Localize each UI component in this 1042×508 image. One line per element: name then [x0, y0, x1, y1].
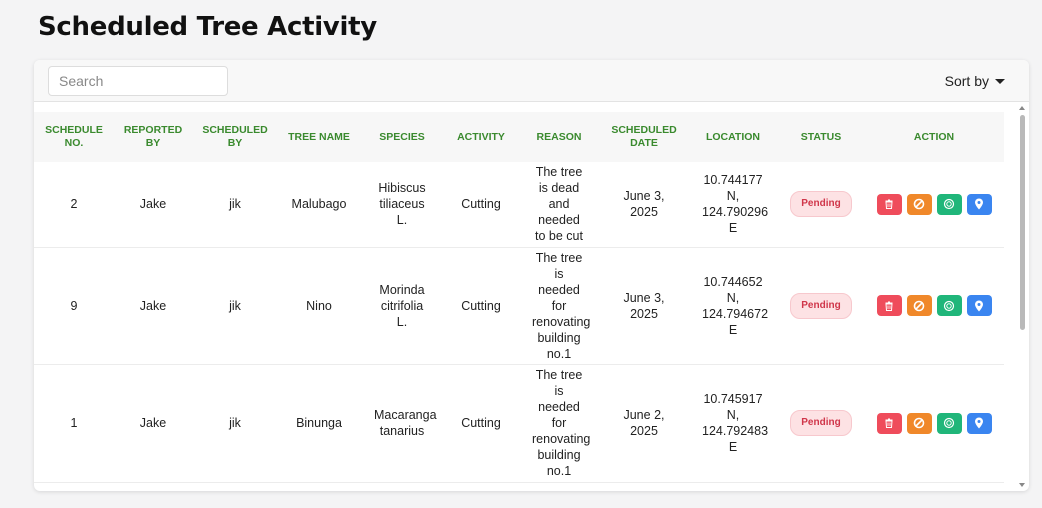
schedule-table-card: Sort by SCHEDULE NO. REPORTED BY SCHEDUL… — [34, 60, 1029, 491]
sort-by-label: Sort by — [944, 73, 989, 89]
vertical-scrollbar[interactable] — [1016, 102, 1029, 491]
header-reported-by: REPORTED BY — [123, 124, 183, 149]
header-species: SPECIES — [379, 130, 425, 143]
cell-actions — [864, 364, 1004, 483]
delete-button[interactable] — [876, 193, 902, 215]
cancel-icon — [913, 300, 925, 311]
delete-button[interactable] — [876, 412, 902, 434]
trash-icon — [885, 199, 893, 210]
cell-tree-name: Nino — [278, 247, 360, 365]
table-row: 1 Jake jik Binunga Macaranga tanarius Cu… — [34, 364, 1004, 483]
row-actions — [870, 412, 998, 434]
scrollbar-thumb[interactable] — [1020, 115, 1025, 330]
header-reason: REASON — [536, 130, 582, 143]
page-title: Scheduled Tree Activity — [38, 12, 377, 42]
cell-status: Pending — [778, 364, 864, 483]
cell-reported-by: Jake — [114, 364, 192, 483]
cell-tree-name: Malubago — [278, 162, 360, 248]
cell-reported-by: Jake — [114, 162, 192, 248]
cell-reason: The tree is needed for renovating buildi… — [518, 247, 600, 365]
cell-scheduled-by: jik — [192, 247, 278, 365]
header-scheduled-by: SCHEDULED BY — [202, 124, 268, 149]
sort-by-dropdown[interactable]: Sort by — [945, 73, 1005, 89]
cell-activity: Cutting — [444, 162, 518, 248]
row-actions — [870, 193, 998, 215]
cell-species: Morinda citrifolia L. — [360, 247, 444, 365]
cell-species: Hibiscus tiliaceus L. — [360, 162, 444, 248]
header-scheduled-date: SCHEDULED DATE — [611, 124, 677, 149]
complete-icon — [943, 300, 955, 311]
cell-scheduled-date: June 3, 2025 — [600, 247, 688, 365]
cell-schedule-no: 1 — [34, 364, 114, 483]
delete-button[interactable] — [876, 295, 902, 316]
table-header-row: SCHEDULE NO. REPORTED BY SCHEDULED BY TR… — [34, 112, 1004, 162]
location-button[interactable] — [966, 295, 992, 316]
header-status: STATUS — [800, 130, 842, 143]
cell-species: Macaranga tanarius — [360, 364, 444, 483]
header-schedule-no: SCHEDULE NO. — [45, 124, 103, 149]
cell-schedule-no: 2 — [34, 162, 114, 248]
cell-status: Pending — [778, 162, 864, 248]
complete-button[interactable] — [936, 295, 962, 316]
location-pin-icon — [975, 198, 983, 210]
location-button[interactable] — [966, 412, 992, 434]
cell-reason: The tree is needed for renovating buildi… — [518, 364, 600, 483]
trash-icon — [885, 418, 893, 428]
search-input[interactable] — [48, 66, 228, 96]
cell-scheduled-by: jik — [192, 364, 278, 483]
location-pin-icon — [975, 300, 983, 311]
cell-actions — [864, 247, 1004, 365]
trash-icon — [885, 301, 893, 311]
header-location: LOCATION — [705, 130, 761, 143]
cell-status: Pending — [778, 247, 864, 365]
complete-icon — [943, 199, 955, 210]
cancel-button[interactable] — [906, 193, 932, 215]
table-row: 2 Jake jik Malubago Hibiscus tiliaceus L… — [34, 162, 1004, 248]
table-row: 9 Jake jik Nino Morinda citrifolia L. Cu… — [34, 247, 1004, 365]
header-action: ACTION — [913, 130, 955, 143]
cell-reported-by: Jake — [114, 247, 192, 365]
cell-location: 10.745917 N, 124.792483 E — [688, 364, 778, 483]
status-badge: Pending — [790, 292, 852, 319]
scheduled-activity-table: SCHEDULE NO. REPORTED BY SCHEDULED BY TR… — [34, 112, 1004, 483]
complete-button[interactable] — [936, 193, 962, 215]
cell-tree-name: Binunga — [278, 364, 360, 483]
cell-activity: Cutting — [444, 364, 518, 483]
scroll-up-arrow-icon[interactable] — [1019, 106, 1025, 110]
complete-button[interactable] — [936, 412, 962, 434]
cell-reason: The tree is dead and needed to be cut — [518, 162, 600, 248]
scroll-down-arrow-icon[interactable] — [1019, 483, 1025, 487]
cell-location: 10.744652 N, 124.794672 E — [688, 247, 778, 365]
complete-icon — [943, 417, 955, 429]
location-pin-icon — [975, 417, 983, 429]
cell-schedule-no: 9 — [34, 247, 114, 365]
caret-down-icon — [995, 79, 1005, 84]
row-actions — [870, 295, 998, 316]
cell-scheduled-by: jik — [192, 162, 278, 248]
cell-scheduled-date: June 3, 2025 — [600, 162, 688, 248]
table-container: SCHEDULE NO. REPORTED BY SCHEDULED BY TR… — [34, 112, 1004, 491]
cell-actions — [864, 162, 1004, 248]
cell-scheduled-date: June 2, 2025 — [600, 364, 688, 483]
cancel-button[interactable] — [906, 412, 932, 434]
header-activity: ACTIVITY — [457, 130, 505, 143]
cell-location: 10.744177 N, 124.790296 E — [688, 162, 778, 248]
header-tree-name: TREE NAME — [288, 130, 350, 143]
cancel-icon — [913, 198, 925, 210]
status-badge: Pending — [790, 191, 852, 218]
table-toolbar: Sort by — [34, 60, 1029, 102]
location-button[interactable] — [966, 193, 992, 215]
cancel-button[interactable] — [906, 295, 932, 316]
cancel-icon — [913, 417, 925, 429]
status-badge: Pending — [790, 410, 852, 436]
cell-activity: Cutting — [444, 247, 518, 365]
